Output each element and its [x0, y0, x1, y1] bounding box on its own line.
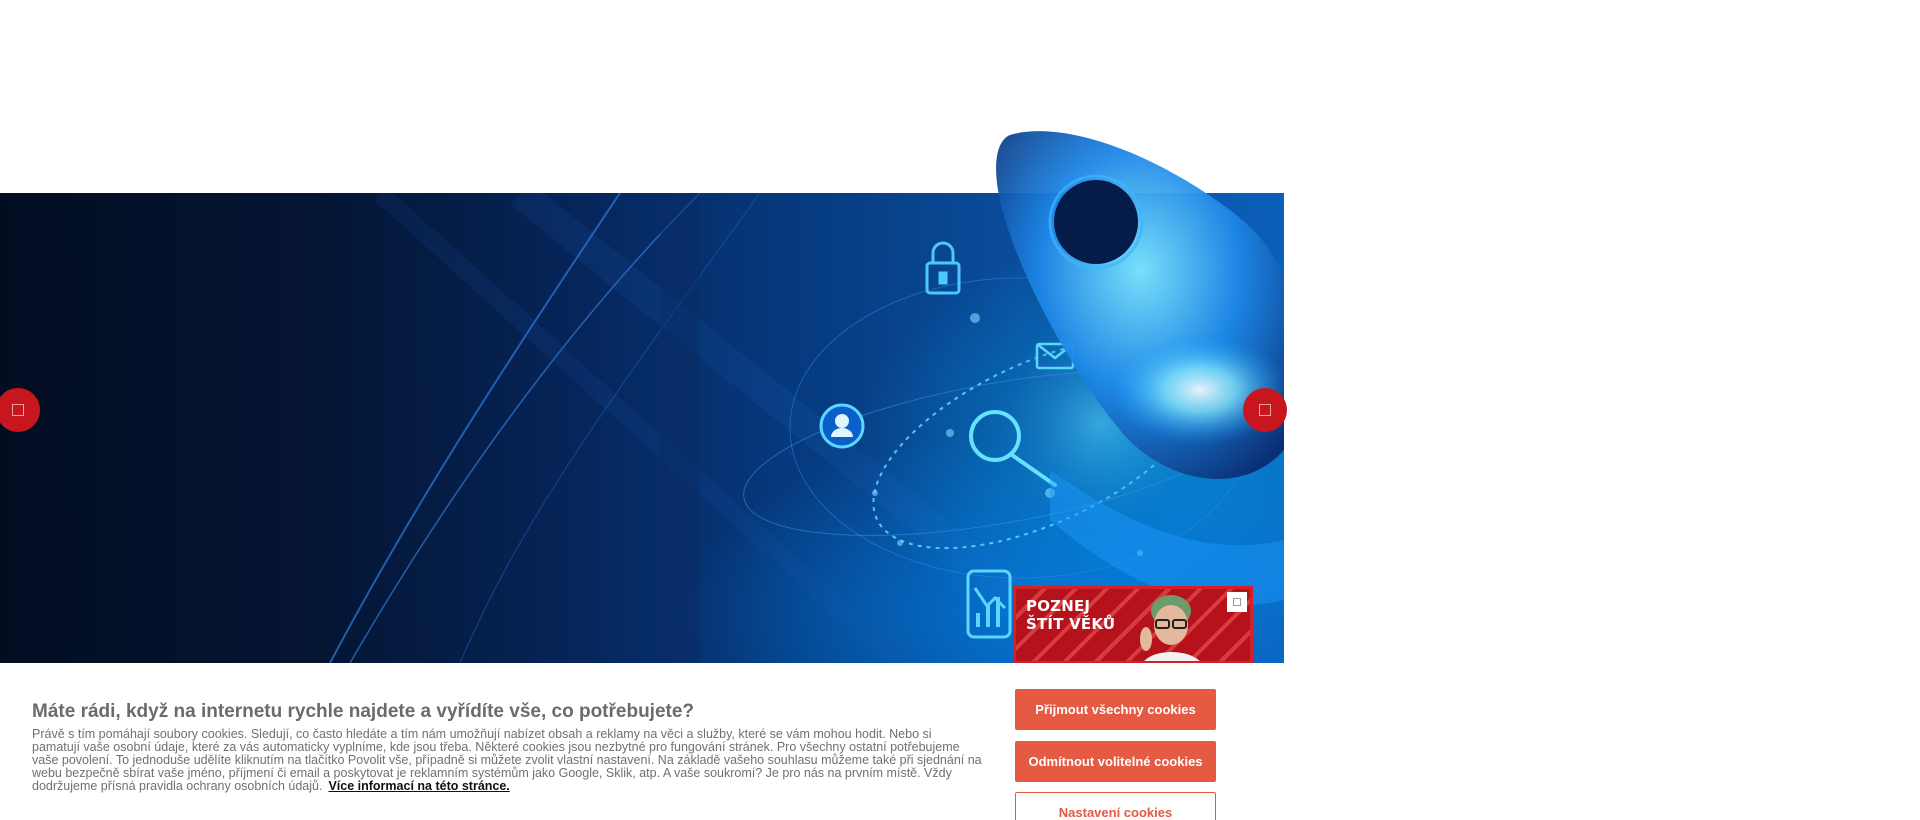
- promo-person-image: [1140, 595, 1200, 661]
- chevron-left-icon: [12, 404, 24, 416]
- close-icon: [1233, 598, 1241, 606]
- promo-close-button[interactable]: [1227, 592, 1247, 612]
- chevron-right-icon: [1259, 404, 1271, 416]
- promo-line-2: ŠTÍT VĚKŮ: [1026, 615, 1116, 633]
- cookie-consent-banner: Máte rádi, když na internetu rychle najd…: [0, 663, 1920, 820]
- cookie-more-info-link[interactable]: Více informací na této stránce.: [328, 779, 509, 793]
- promo-text: POZNEJ ŠTÍT VĚKŮ: [1026, 597, 1115, 633]
- reject-optional-cookies-button[interactable]: Odmítnout volitelné cookies: [1015, 741, 1216, 782]
- promo-ad[interactable]: POZNEJ ŠTÍT VĚKŮ: [1013, 586, 1253, 664]
- cookie-settings-button[interactable]: Nastavení cookies: [1015, 792, 1216, 820]
- slider-next-button[interactable]: [1243, 388, 1287, 432]
- user-icon: [819, 403, 865, 449]
- lock-icon: [925, 241, 961, 295]
- promo-line-1: POZNEJ: [1026, 597, 1091, 615]
- cookie-title: Máte rádi, když na internetu rychle najd…: [32, 701, 695, 722]
- cookie-body: Právě s tím pomáhají soubory cookies. Sl…: [32, 728, 982, 793]
- page: POZNEJ ŠTÍT VĚKŮ Máte rádi, když na inte…: [0, 0, 1920, 820]
- accept-all-cookies-button[interactable]: Přijmout všechny cookies: [1015, 689, 1216, 730]
